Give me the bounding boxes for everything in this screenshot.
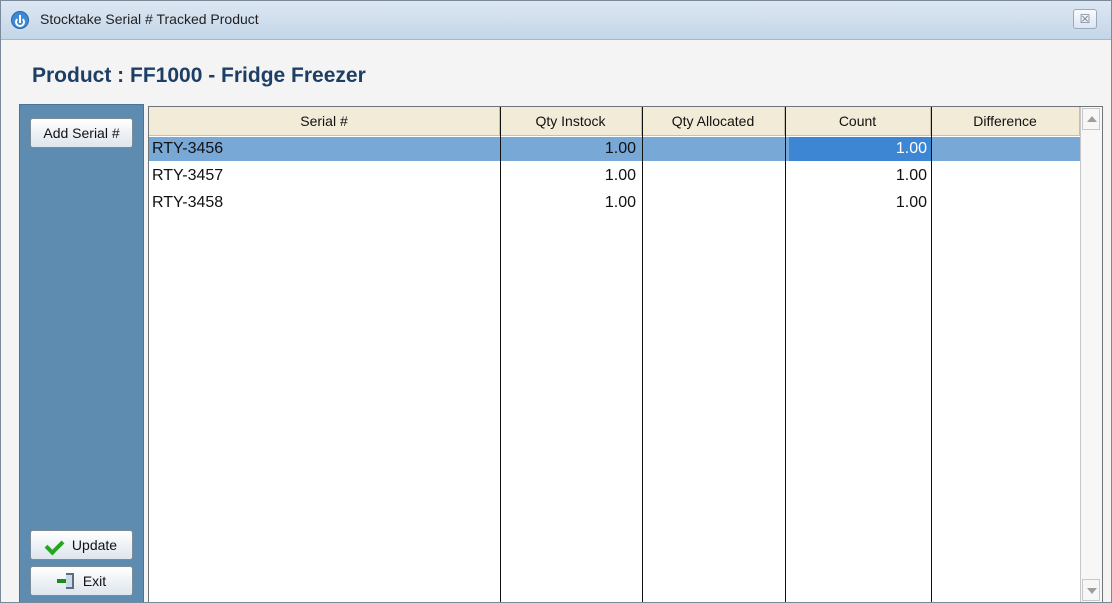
qty-instock-cell[interactable]: 1.00 <box>500 137 640 161</box>
close-button[interactable]: ☒ <box>1073 9 1097 29</box>
qty-instock-cell[interactable]: 1.00 <box>500 164 640 188</box>
window-title: Stocktake Serial # Tracked Product <box>40 11 259 27</box>
serial-cell[interactable]: RTY-3458 <box>152 191 492 215</box>
product-heading: Product : FF1000 - Fridge Freezer <box>32 64 366 87</box>
serial-cell[interactable]: RTY-3457 <box>152 164 492 188</box>
column-divider <box>785 107 786 602</box>
column-serial-header[interactable]: Serial # <box>149 107 500 135</box>
column-divider <box>931 107 932 602</box>
qty-allocated-cell[interactable] <box>642 191 783 215</box>
exit-icon <box>56 572 75 590</box>
title-bar: Stocktake Serial # Tracked Product ☒ <box>1 1 1111 40</box>
column-divider <box>642 107 643 602</box>
grid-header: Serial # Qty Instock Qty Allocated Count… <box>149 107 1080 136</box>
table-row[interactable]: RTY-3456 1.00 1.00 <box>149 137 1080 161</box>
column-divider <box>500 107 501 602</box>
add-serial-button[interactable]: Add Serial # <box>30 118 133 148</box>
scroll-up-arrow-icon[interactable] <box>1082 108 1100 130</box>
update-button[interactable]: Update <box>30 530 133 560</box>
qty-instock-cell[interactable]: 1.00 <box>500 191 640 215</box>
stocktake-window: Stocktake Serial # Tracked Product ☒ Pro… <box>0 0 1112 603</box>
update-label: Update <box>71 537 118 553</box>
serial-cell[interactable]: RTY-3456 <box>152 137 492 161</box>
count-cell[interactable]: 1.00 <box>785 191 931 215</box>
scroll-down-arrow-icon[interactable] <box>1082 579 1100 601</box>
column-difference-header[interactable]: Difference <box>931 107 1080 135</box>
left-action-panel: Add Serial # Update Exit <box>19 104 144 602</box>
column-count-header[interactable]: Count <box>785 107 931 135</box>
table-row[interactable]: RTY-3457 1.00 1.00 <box>149 164 1080 188</box>
power-icon <box>11 11 29 29</box>
vertical-scrollbar[interactable] <box>1080 107 1102 602</box>
check-icon <box>46 536 64 554</box>
difference-cell[interactable] <box>931 137 1078 161</box>
qty-allocated-cell[interactable] <box>642 164 783 188</box>
count-cell[interactable]: 1.00 <box>789 137 931 161</box>
count-cell[interactable]: 1.00 <box>785 164 931 188</box>
exit-button[interactable]: Exit <box>30 566 133 596</box>
serial-grid[interactable]: Serial # Qty Instock Qty Allocated Count… <box>148 106 1103 602</box>
difference-cell[interactable] <box>931 191 1078 215</box>
qty-allocated-cell[interactable] <box>642 137 783 161</box>
exit-label: Exit <box>82 573 107 589</box>
add-serial-label: Add Serial # <box>43 125 120 141</box>
table-row[interactable]: RTY-3458 1.00 1.00 <box>149 191 1080 215</box>
column-qty-instock-header[interactable]: Qty Instock <box>500 107 642 135</box>
column-qty-allocated-header[interactable]: Qty Allocated <box>642 107 785 135</box>
difference-cell[interactable] <box>931 164 1078 188</box>
